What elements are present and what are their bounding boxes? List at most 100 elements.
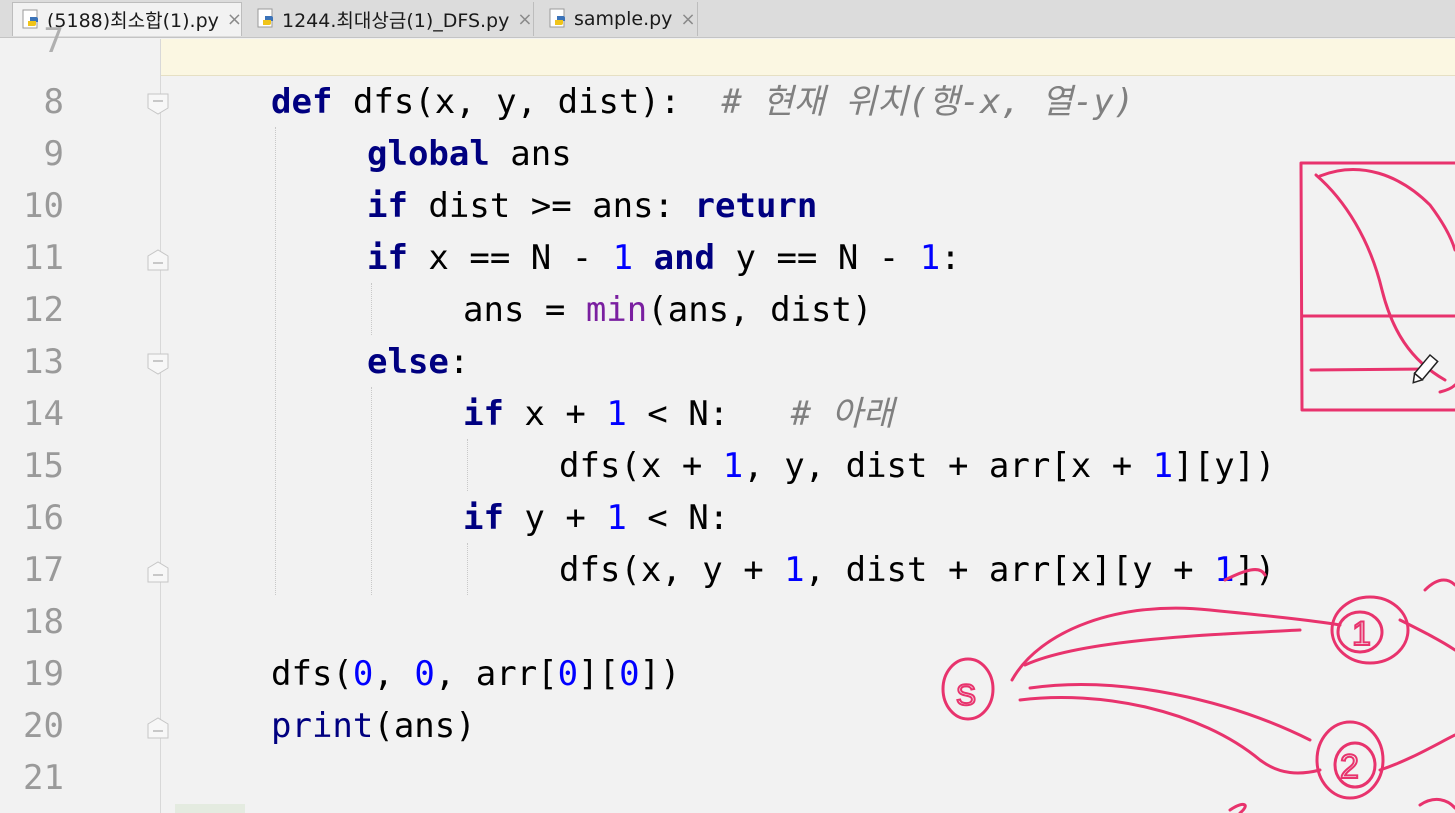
tab-label: 1244.최대상금(1)_DFS.py	[282, 9, 510, 32]
code-line-13[interactable]: else:	[367, 336, 469, 388]
keyword: return	[694, 186, 818, 226]
line-number: 14	[23, 394, 64, 434]
number-literal: 0	[414, 654, 435, 694]
code-text: < N:	[626, 394, 791, 434]
tab-label: (5188)최소합(1).py	[47, 10, 219, 32]
code-line-14[interactable]: if x + 1 < N: # 아래	[463, 388, 894, 440]
keyword: def	[271, 82, 333, 122]
code-text: ,	[373, 654, 415, 694]
code-line-15[interactable]: dfs(x + 1, y, dist + arr[x + 1][y])	[559, 440, 1276, 492]
close-icon[interactable]: ×	[517, 9, 532, 30]
code-text: ans =	[463, 290, 586, 330]
code-line-19[interactable]: dfs(0, 0, arr[0][0])	[271, 648, 681, 700]
line-number: 9	[43, 134, 64, 174]
indent-guide	[371, 387, 372, 595]
code-text: (ans, dist)	[647, 290, 873, 330]
keyword: global	[367, 134, 490, 174]
line-number: 21	[23, 758, 64, 798]
code-text: ][	[578, 654, 620, 694]
code-line-9[interactable]: global ans	[367, 128, 572, 180]
code-text: ][y])	[1173, 446, 1276, 486]
number-literal: 0	[557, 654, 579, 694]
line-number: 12	[23, 290, 64, 330]
line-number: 11	[23, 238, 64, 278]
fold-start-icon[interactable]	[146, 352, 170, 376]
tab-max-prize-dfs-file[interactable]: 1244.최대상금(1)_DFS.py ×	[248, 2, 534, 36]
line-number: 19	[23, 654, 64, 694]
code-text: < N:	[626, 498, 730, 538]
keyword: else	[367, 342, 449, 382]
number-literal: 1	[612, 238, 634, 278]
line-number: 8	[43, 82, 64, 122]
code-line-20[interactable]: print(ans)	[271, 700, 476, 752]
python-file-icon	[549, 8, 565, 28]
keyword: if	[463, 394, 504, 434]
builtin: min	[585, 290, 648, 330]
code-line-8[interactable]: def dfs(x, y, dist): # 현재 위치(행-x, 열-y)	[271, 76, 1134, 128]
code-line-16[interactable]: if y + 1 < N:	[463, 492, 729, 544]
fold-start-icon[interactable]	[146, 92, 170, 116]
keyword: if	[367, 238, 408, 278]
fold-end-icon[interactable]	[146, 248, 170, 272]
keyword: if	[367, 186, 408, 226]
fold-gutter	[140, 39, 161, 813]
line-number: 13	[23, 342, 64, 382]
close-icon[interactable]: ×	[227, 9, 242, 30]
line-number: 7	[43, 21, 64, 61]
code-text: x == N -	[407, 238, 613, 278]
python-file-icon	[257, 8, 273, 28]
number-literal: 1	[606, 394, 627, 434]
number-literal: 0	[619, 654, 640, 694]
line-number: 10	[23, 186, 64, 226]
code-line-10[interactable]: if dist >= ans: return	[367, 180, 817, 232]
line-number: 17	[23, 550, 64, 590]
number-literal: 1	[722, 446, 744, 486]
number-literal: 1	[1214, 550, 1235, 590]
number-literal: 1	[784, 550, 805, 590]
code-text: , arr[	[434, 654, 558, 694]
code-text: :	[448, 342, 470, 382]
indent-guide	[467, 439, 468, 491]
code-text: , y, dist + arr[x +	[743, 446, 1153, 486]
code-line-12[interactable]: ans = min(ans, dist)	[463, 284, 872, 336]
code-text: dist >= ans:	[407, 186, 695, 226]
code-text: dfs(	[271, 654, 353, 694]
tab-sample-file[interactable]: sample.py ×	[540, 2, 698, 36]
indent-guide	[275, 127, 276, 595]
number-literal: 1	[919, 238, 941, 278]
fold-end-icon[interactable]	[146, 560, 170, 584]
keyword: if	[463, 498, 504, 538]
indent-guide	[467, 543, 468, 595]
code-text: , dist + arr[x][y +	[804, 550, 1215, 590]
code-line-17[interactable]: dfs(x, y + 1, dist + arr[x][y + 1])	[559, 544, 1276, 596]
indent-guide	[371, 283, 372, 335]
scroll-marker	[175, 804, 245, 813]
code-editor[interactable]: 7 8 9 10 11 12 13 14 15 16 17 18 19 20 2…	[0, 21, 1455, 813]
line-number: 20	[23, 706, 64, 746]
comment: # 현재 위치(행-x, 열-y)	[721, 82, 1135, 122]
code-text: (ans)	[373, 706, 476, 746]
comment: # 아래	[790, 394, 895, 434]
code-text: ans	[489, 134, 572, 174]
current-line-highlight	[0, 39, 1455, 76]
code-text: y == N -	[715, 238, 920, 278]
code-text: y +	[503, 498, 607, 538]
code-text: ])	[639, 654, 681, 694]
code-text: :	[940, 238, 961, 278]
tab-label: sample.py	[574, 8, 673, 30]
code-text: dfs(x +	[559, 446, 723, 486]
number-literal: 1	[606, 498, 627, 538]
number-literal: 1	[1152, 446, 1174, 486]
line-number: 15	[23, 446, 64, 486]
keyword: and	[633, 238, 716, 278]
line-number: 16	[23, 498, 64, 538]
close-icon[interactable]: ×	[680, 9, 695, 30]
code-text: x +	[503, 394, 607, 434]
code-text: dfs(x, y +	[559, 550, 785, 590]
builtin: print	[271, 706, 374, 746]
code-line-11[interactable]: if x == N - 1 and y == N - 1:	[367, 232, 961, 284]
fold-end-icon[interactable]	[146, 716, 170, 740]
line-number: 18	[23, 602, 64, 642]
code-text: ])	[1234, 550, 1276, 590]
number-literal: 0	[352, 654, 374, 694]
